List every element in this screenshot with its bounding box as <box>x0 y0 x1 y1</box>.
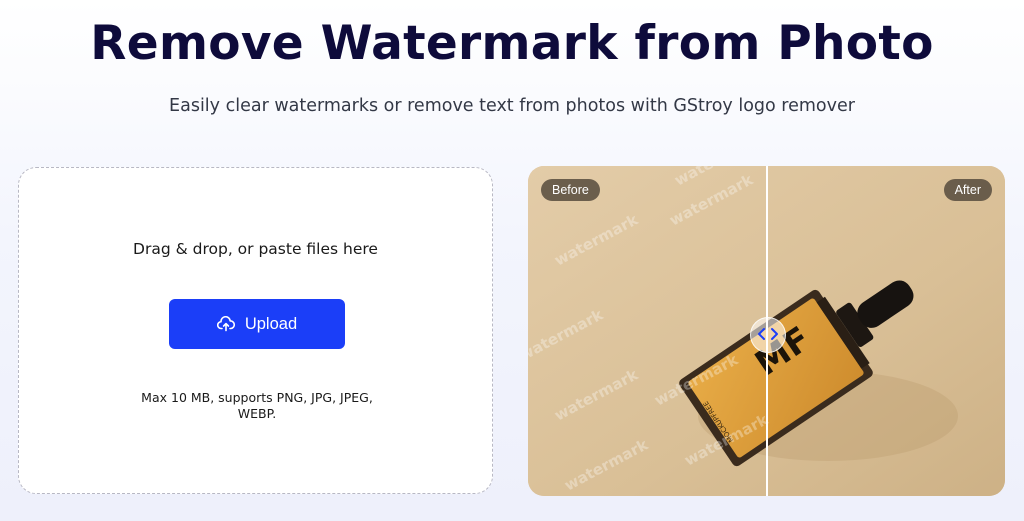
upload-button-label: Upload <box>244 314 298 333</box>
comparison-slider-handle[interactable] <box>750 317 786 353</box>
before-after-comparison[interactable]: MF MOCKUPFREE watermark watermark waterm… <box>528 166 1005 496</box>
page-title: Remove Watermark from Photo <box>90 16 934 71</box>
before-label: Before <box>541 179 600 201</box>
page-subtitle: Easily clear watermarks or remove text f… <box>169 96 855 116</box>
upload-button[interactable]: Upload <box>169 299 345 349</box>
cloud-upload-icon <box>216 316 235 332</box>
chevrons-left-right-icon <box>756 326 780 345</box>
drop-instructions: Drag & drop, or paste files here <box>133 240 378 258</box>
file-limits-note: Max 10 MB, supports PNG, JPG, JPEG, WEBP… <box>141 390 373 421</box>
after-label: After <box>943 179 992 201</box>
upload-dropzone[interactable]: Drag & drop, or paste files here Upload … <box>18 167 493 494</box>
